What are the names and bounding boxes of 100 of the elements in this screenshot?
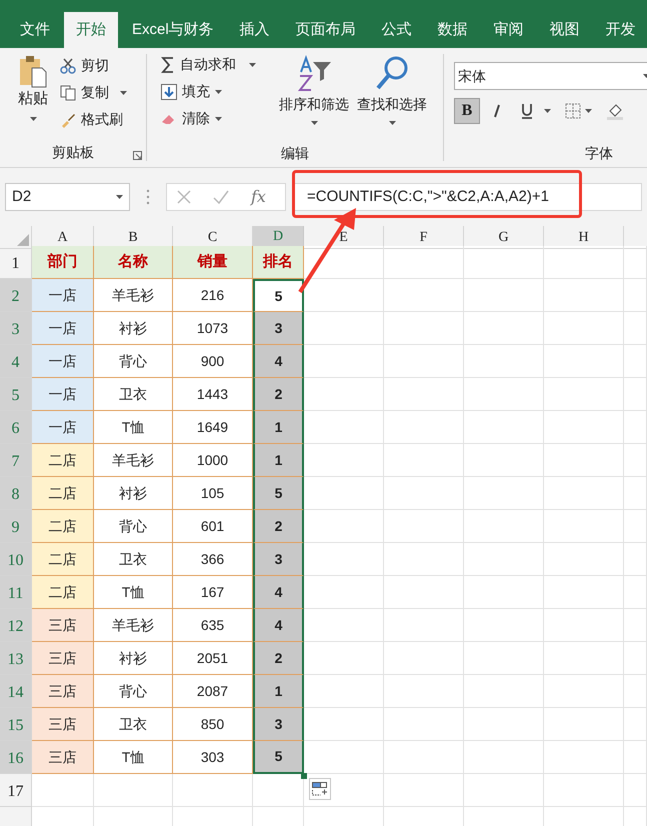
ribbon-tab[interactable]: 开发 [594, 12, 647, 48]
table-cell: 背心 [94, 510, 173, 543]
table-cell: T恤 [94, 411, 173, 444]
table-cell: 一店 [32, 279, 94, 312]
row-header[interactable]: 2 [0, 279, 32, 312]
fill-color-icon[interactable] [606, 102, 624, 120]
caret-icon [116, 195, 123, 199]
ribbon-tab[interactable]: 插入 [228, 12, 282, 48]
ribbon-tab[interactable]: 公式 [370, 12, 424, 48]
table-cell: 1 [253, 444, 304, 477]
row-header[interactable]: 16 [0, 741, 32, 774]
column-header[interactable]: H [544, 226, 624, 249]
row-header[interactable]: 14 [0, 675, 32, 708]
row-header[interactable]: 6 [0, 411, 32, 444]
find-select-button[interactable]: 查找和选择 [357, 54, 427, 143]
table-cell: 3 [253, 543, 304, 576]
sort-filter-icon [295, 54, 333, 94]
empty-cell [624, 246, 647, 279]
group-label: 剪贴板 [52, 142, 94, 162]
row-header[interactable]: 4 [0, 345, 32, 378]
group-label: 字体 [585, 144, 613, 161]
empty-cell [624, 675, 647, 708]
row-header[interactable]: 3 [0, 312, 32, 345]
empty-cell [624, 741, 647, 774]
format-painter-button[interactable]: 格式刷 [60, 109, 127, 130]
close-icon[interactable] [177, 190, 191, 204]
row-header[interactable]: 9 [0, 510, 32, 543]
empty-cell [624, 510, 647, 543]
table-cell: 羊毛衫 [94, 279, 173, 312]
table-cell: 5 [253, 477, 304, 510]
empty-cell [624, 576, 647, 609]
check-icon[interactable] [213, 190, 229, 204]
table-cell: T恤 [94, 741, 173, 774]
empty-cell [624, 411, 647, 444]
table-cell: T恤 [94, 576, 173, 609]
row-header[interactable]: 1 [0, 246, 32, 279]
dialog-launcher-icon[interactable] [133, 151, 142, 160]
row-header[interactable]: 7 [0, 444, 32, 477]
caret-icon [215, 116, 222, 120]
down-arrow-icon [161, 84, 177, 100]
table-cell: 4 [253, 345, 304, 378]
ribbon-tab[interactable]: 开始 [64, 12, 118, 48]
row-header[interactable]: 8 [0, 477, 32, 510]
table-cell: 1 [253, 675, 304, 708]
fill-handle-icon[interactable] [301, 773, 307, 779]
table-cell: 一店 [32, 378, 94, 411]
table-cell: 二店 [32, 510, 94, 543]
table-cell: 2 [253, 642, 304, 675]
table-cell: 一店 [32, 411, 94, 444]
formula-input[interactable]: =COUNTIFS(C:C,">"&C2,A:A,A2)+1 [292, 183, 642, 211]
ribbon-tab[interactable]: 数据 [426, 12, 480, 48]
row-header[interactable]: 15 [0, 708, 32, 741]
table-cell: 羊毛衫 [94, 444, 173, 477]
row-header[interactable]: 5 [0, 378, 32, 411]
scissors-icon [60, 58, 76, 74]
name-box[interactable]: D2 [5, 183, 130, 211]
italic-icon [492, 104, 502, 118]
empty-cell [624, 345, 647, 378]
table-cell: 2 [253, 510, 304, 543]
ribbon-tab[interactable]: 审阅 [482, 12, 536, 48]
cut-button[interactable]: 剪切 [60, 55, 127, 76]
ribbon-tab[interactable]: 页面布局 [284, 12, 368, 48]
empty-cell [624, 444, 647, 477]
table-cell: 三店 [32, 675, 94, 708]
header-cell: 销量 [173, 246, 253, 279]
table-cell: 5 [253, 741, 304, 774]
sort-filter-button[interactable]: 排序和筛选 [279, 54, 349, 143]
row-header[interactable]: 12 [0, 609, 32, 642]
paste-options-button[interactable] [309, 778, 331, 800]
font-name-dropdown[interactable]: 宋体 [454, 62, 647, 90]
empty-cell [624, 312, 647, 345]
paste-button[interactable]: 粘贴 [14, 54, 52, 143]
row-header[interactable]: 13 [0, 642, 32, 675]
fill-button[interactable]: 填充 [161, 81, 271, 102]
insert-function-button[interactable]: fx [251, 185, 266, 209]
row-header[interactable]: 11 [0, 576, 32, 609]
row-header[interactable]: 17 [0, 774, 32, 807]
ribbon-tab[interactable]: 文件 [8, 12, 62, 48]
table-cell: 卫衣 [94, 378, 173, 411]
clear-button[interactable]: 清除 [161, 108, 271, 129]
autosum-button[interactable]: 自动求和 [161, 54, 271, 75]
border-icon[interactable] [565, 103, 581, 119]
table-cell: 5 [253, 279, 304, 312]
paste-options-icon [312, 782, 328, 796]
row-header[interactable]: 10 [0, 543, 32, 576]
empty-cell [624, 642, 647, 675]
table-cell: 卫衣 [94, 543, 173, 576]
copy-button[interactable]: 复制 [60, 82, 127, 103]
table-cell: 二店 [32, 543, 94, 576]
column-header[interactable]: F [384, 226, 464, 249]
table-cell: 衬衫 [94, 642, 173, 675]
table-cell: 卫衣 [94, 708, 173, 741]
underline-icon [521, 103, 533, 119]
table-cell: 3 [253, 708, 304, 741]
table-cell: 1 [253, 411, 304, 444]
ribbon-tab[interactable]: 视图 [538, 12, 592, 48]
table-cell: 三店 [32, 642, 94, 675]
column-header[interactable]: G [464, 226, 544, 249]
ribbon-tab[interactable]: Excel与财务 [120, 12, 226, 48]
bold-button[interactable]: B [454, 98, 480, 124]
